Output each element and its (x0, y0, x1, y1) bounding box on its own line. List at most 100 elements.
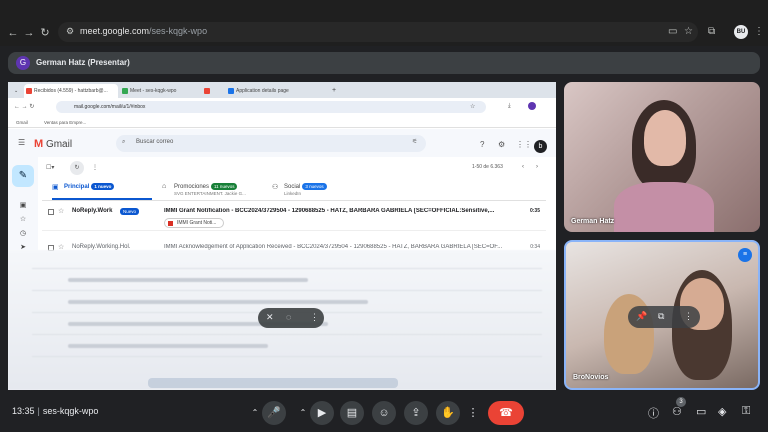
star-icon: ☆ (58, 208, 65, 215)
gmail-list-toolbar: ☐▾ ↻ ⋮ 1-50 de 6.363 ‹ › (42, 157, 546, 177)
frame-icon[interactable]: ⧉ (658, 311, 664, 322)
emoji-icon[interactable]: ☺ (372, 401, 396, 425)
shared-tab-strip: ⌄ Recibidos (4.559) - hattzbarb@... Meet… (8, 82, 556, 98)
meeting-code: ses-kqgk-wpo (42, 406, 99, 416)
browser-menu-icon[interactable]: ⋮ (754, 26, 764, 37)
bookmark-star-icon[interactable]: ☆ (684, 26, 693, 37)
url-host: meet.google.com (80, 26, 150, 36)
snoozed-icon: ◷ (19, 230, 27, 237)
row-sender: NoReply.Work (72, 208, 113, 214)
blurred-line (68, 344, 268, 348)
people-icon: ⚇ (272, 184, 279, 191)
participant-video-body (614, 182, 714, 232)
back-icon[interactable]: ← (6, 26, 20, 40)
camera-icon[interactable]: ▶ (310, 401, 334, 425)
participant-name: German Hatz (571, 218, 615, 225)
meeting-time: 13:35 (12, 406, 35, 416)
tile-controls: 📌 ⧉ ⋮ (628, 306, 700, 328)
end-call-button[interactable]: ☎ (488, 401, 524, 425)
captions-icon[interactable]: ▤ (340, 401, 364, 425)
category-sub: LinkedIn (284, 191, 302, 196)
shared-url-box: mail.google.com/mail/u/1/#inbox (56, 101, 486, 113)
gmail-menu-icon: ☰ (18, 138, 26, 147)
profile-avatar[interactable]: BU (734, 25, 748, 39)
unpin-icon[interactable]: ✕ (266, 312, 274, 323)
mic-options-icon[interactable]: ⌃ (248, 401, 262, 425)
forward-icon[interactable]: → (22, 26, 36, 40)
gmail-filter-icon: ⚟ (412, 139, 418, 145)
gmail-categories: ▣ Principal 1 nuevo ⌂ Promociones 11 nuevo… (42, 179, 546, 201)
camera-options-icon[interactable]: ⌃ (296, 401, 310, 425)
gmail-account-avatar: b (534, 140, 547, 153)
shared-profile-icon (528, 102, 536, 110)
category-social: ⚇ Social 3 nuevos LinkedIn (272, 183, 372, 199)
next-page-icon: › (536, 164, 538, 170)
shared-tab-label: Recibidos (4.559) - hattzbarb@... (34, 88, 108, 94)
shared-download-icon: ⤓ (508, 103, 511, 109)
address-bar[interactable]: ⚙ meet.google.com/ses-kqgk-wpo (58, 22, 698, 42)
address-url: meet.google.com/ses-kqgk-wpo (80, 26, 207, 36)
shared-tab-label: Application details page (236, 88, 289, 94)
tab-search-icon: ⌄ (14, 88, 19, 94)
gmail-header: ☰ M Gmail ⌕ Buscar correo ⚟ ? ⚙ ⋮⋮ (8, 129, 556, 157)
host-controls-icon[interactable]: ⚿ (742, 405, 750, 418)
hide-icon[interactable]: ◌ (286, 312, 291, 322)
category-promociones: ⌂ Promociones 11 nuevos SVG ENTERTAINMENT… (162, 183, 262, 199)
refresh-icon: ↻ (70, 161, 84, 175)
bookmark-gmail: Gmail (16, 120, 28, 125)
presenter-avatar: G (16, 56, 30, 70)
raise-hand-icon[interactable]: ✋ (436, 401, 460, 425)
chat-icon[interactable]: ▭ (696, 405, 706, 418)
blurred-row-divider (32, 334, 542, 335)
compose-icon: ✎ (12, 165, 34, 187)
mic-icon[interactable]: 🎤 (262, 401, 286, 425)
meeting-details-icon[interactable]: ⓘ (648, 405, 659, 421)
gmail-brand: Gmail (45, 139, 73, 150)
pin-icon[interactable]: 📌 (636, 311, 647, 322)
participant-tile-2[interactable]: ≡ 📌 ⧉ ⋮ BroNovios (564, 240, 760, 390)
meet-favicon-icon (122, 88, 128, 94)
shared-star-icon: ☆ (470, 104, 476, 110)
url-path: /ses-kqgk-wpo (149, 26, 208, 36)
category-label: Promociones (174, 184, 210, 190)
extensions-icon[interactable]: ⧉ (708, 26, 715, 37)
blurred-row-divider (32, 290, 542, 291)
participant-tile-1[interactable]: German Hatz (564, 82, 760, 232)
gmail-search-icon: ⌕ (122, 139, 126, 145)
new-tab-icon: + (332, 87, 337, 94)
blurred-line (68, 300, 368, 304)
app-favicon-icon (228, 88, 234, 94)
more-options-icon[interactable]: ⋮ (684, 311, 693, 322)
participant-name: BroNovios (573, 374, 609, 381)
category-badge: 11 nuevos (211, 183, 238, 190)
row-subject: IMMI Grant Notification - BCC2024/372950… (164, 208, 495, 214)
shared-screen: ⌄ Recibidos (4.559) - hattzbarb@... Meet… (8, 82, 556, 390)
shared-bookmarks-bar: Gmail Ventas para Empre... (8, 116, 556, 128)
camera-icon[interactable]: ▭ (668, 26, 677, 37)
presenter-bar: G German Hatz (Presentar) (8, 52, 760, 74)
inbox-icon: ▣ (19, 202, 27, 209)
presenter-label: German Hatz (Presentar) (36, 58, 130, 67)
shared-tab-gmail: Recibidos (4.559) - hattzbarb@... (24, 84, 118, 98)
category-label: Social (284, 184, 301, 190)
table-row: ☆ NoReply.Work Nuevo IMMI Grant Notifica… (42, 203, 546, 231)
gmail-apps-icon: ⋮⋮ (516, 140, 532, 149)
present-icon[interactable]: ⇪ (404, 401, 428, 425)
gmail-favicon-icon (26, 88, 32, 94)
reload-icon[interactable]: ↻ (38, 26, 52, 40)
shared-nav-icons: ← → ↻ (14, 104, 35, 110)
blurred-line (68, 278, 308, 282)
starred-icon: ☆ (19, 216, 27, 223)
browser-toolbar: ← → ↻ ⚙ meet.google.com/ses-kqgk-wpo ▭ ☆… (0, 0, 768, 46)
row-checkbox (48, 209, 54, 215)
more-options-icon[interactable]: ⋮ (310, 312, 319, 323)
site-info-icon[interactable]: ⚙ (66, 26, 74, 37)
more-options-icon[interactable]: ⋮ (466, 401, 480, 425)
gmail-search: ⌕ Buscar correo ⚟ (116, 135, 426, 152)
inbox-tab-icon: ▣ (52, 184, 59, 191)
meeting-controls: 13:35 | ses-kqgk-wpo ⌃ 🎤 ⌃ ▶ ▤ ☺ ⇪ ✋ ⋮ ☎ ⓘ… (0, 396, 768, 432)
tab-favicon-icon (204, 88, 210, 94)
participant-video-face (644, 110, 686, 166)
activities-icon[interactable]: ◈ (718, 405, 726, 418)
category-badge: 1 nuevo (91, 183, 115, 190)
